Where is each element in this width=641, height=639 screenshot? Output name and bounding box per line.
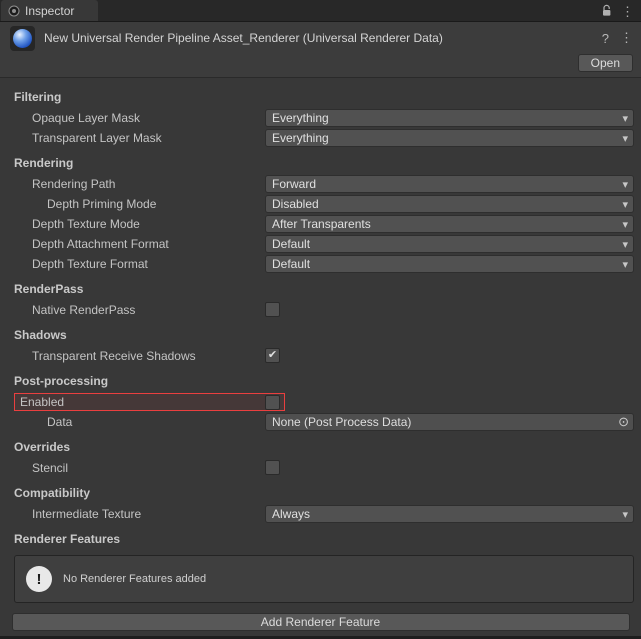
inspector-content: Filtering Opaque Layer Mask Everything ▾…	[0, 78, 641, 631]
rendering-path-dropdown[interactable]: Forward ▾	[265, 175, 634, 193]
asset-header-row: New Universal Render Pipeline Asset_Rend…	[6, 24, 633, 52]
transparent-receive-shadows-checkbox[interactable]: ✔	[265, 348, 280, 363]
tab-label: Inspector	[25, 4, 74, 18]
chevron-down-icon: ▾	[622, 111, 628, 127]
tab-menu-kebab-icon[interactable]: ⋮	[621, 5, 634, 18]
tab-bar: Inspector ⋮	[0, 0, 641, 22]
post-processing-enabled-checkbox[interactable]	[265, 395, 280, 410]
depth-attachment-format-label: Depth Attachment Format	[0, 237, 169, 251]
transparent-receive-shadows-row: Transparent Receive Shadows ✔	[0, 346, 641, 366]
depth-attachment-format-row: Depth Attachment Format Default ▾	[0, 234, 641, 254]
renderer-data-asset-icon	[10, 26, 35, 51]
tabbar-actions: ⋮	[601, 0, 634, 22]
transparent-layer-mask-row: Transparent Layer Mask Everything ▾	[0, 128, 641, 148]
enabled-row-highlight: Enabled	[14, 393, 285, 411]
depth-attachment-format-dropdown[interactable]: Default ▾	[265, 235, 634, 253]
section-overrides: Overrides	[0, 440, 641, 455]
post-process-data-label: Data	[0, 415, 72, 429]
lock-icon[interactable]	[601, 4, 612, 19]
dropdown-value: Default	[272, 237, 310, 251]
depth-texture-format-dropdown[interactable]: Default ▾	[265, 255, 634, 273]
depth-texture-mode-row: Depth Texture Mode After Transparents ▾	[0, 214, 641, 234]
chevron-down-icon: ▾	[622, 217, 628, 233]
inspector-header: New Universal Render Pipeline Asset_Rend…	[0, 22, 641, 78]
warning-icon: !	[26, 566, 52, 592]
header-menu-kebab-icon[interactable]: ⋮	[620, 30, 633, 46]
depth-texture-mode-label: Depth Texture Mode	[0, 217, 140, 231]
dropdown-value: Everything	[272, 111, 329, 125]
post-processing-enabled-label: Enabled	[20, 395, 64, 409]
transparent-layer-mask-dropdown[interactable]: Everything ▾	[265, 129, 634, 147]
stencil-label: Stencil	[0, 461, 68, 475]
transparent-layer-mask-label: Transparent Layer Mask	[0, 131, 162, 145]
chevron-down-icon: ▾	[622, 131, 628, 147]
asset-title: New Universal Render Pipeline Asset_Rend…	[44, 31, 591, 45]
rendering-path-row: Rendering Path Forward ▾	[0, 174, 641, 194]
stencil-checkbox[interactable]	[265, 460, 280, 475]
dropdown-value: Disabled	[272, 197, 319, 211]
check-icon: ✔	[268, 350, 277, 361]
section-renderer-features: Renderer Features	[0, 532, 641, 547]
chevron-down-icon: ▾	[622, 197, 628, 213]
rendering-path-label: Rendering Path	[0, 177, 115, 191]
section-filtering: Filtering	[0, 90, 641, 105]
open-button[interactable]: Open	[578, 54, 633, 72]
section-rendering: Rendering	[0, 156, 641, 171]
post-processing-enabled-row: Enabled	[0, 392, 641, 412]
renderer-features-empty-message: No Renderer Features added	[63, 573, 206, 585]
dropdown-value: Forward	[272, 177, 316, 191]
chevron-down-icon: ▾	[622, 177, 628, 193]
object-field-value: None (Post Process Data)	[272, 415, 411, 429]
dropdown-value: Everything	[272, 131, 329, 145]
transparent-receive-shadows-label: Transparent Receive Shadows	[0, 349, 196, 363]
section-shadows: Shadows	[0, 328, 641, 343]
chevron-down-icon: ▾	[622, 237, 628, 253]
post-process-data-row: Data None (Post Process Data) ⊙	[0, 412, 641, 432]
add-renderer-feature-button[interactable]: Add Renderer Feature	[12, 613, 630, 631]
native-renderpass-label: Native RenderPass	[0, 303, 135, 317]
stencil-row: Stencil	[0, 458, 641, 478]
native-renderpass-row: Native RenderPass	[0, 300, 641, 320]
post-process-data-object-field[interactable]: None (Post Process Data) ⊙	[265, 413, 634, 431]
depth-priming-mode-row: Depth Priming Mode Disabled ▾	[0, 194, 641, 214]
depth-priming-mode-label: Depth Priming Mode	[0, 197, 156, 211]
section-renderpass: RenderPass	[0, 282, 641, 297]
dropdown-value: After Transparents	[272, 217, 371, 231]
tab-inspector[interactable]: Inspector	[1, 0, 98, 21]
depth-priming-mode-dropdown[interactable]: Disabled ▾	[265, 195, 634, 213]
section-post-processing: Post-processing	[0, 374, 641, 389]
depth-texture-mode-dropdown[interactable]: After Transparents ▾	[265, 215, 634, 233]
intermediate-texture-row: Intermediate Texture Always ▾	[0, 504, 641, 524]
header-actions-row: Open	[6, 54, 633, 72]
inspector-icon	[8, 5, 20, 17]
opaque-layer-mask-row: Opaque Layer Mask Everything ▾	[0, 108, 641, 128]
dropdown-value: Default	[272, 257, 310, 271]
opaque-layer-mask-label: Opaque Layer Mask	[0, 111, 140, 125]
object-picker-icon[interactable]: ⊙	[618, 414, 629, 430]
intermediate-texture-label: Intermediate Texture	[0, 507, 141, 521]
dropdown-value: Always	[272, 507, 310, 521]
depth-texture-format-row: Depth Texture Format Default ▾	[0, 254, 641, 274]
chevron-down-icon: ▾	[622, 507, 628, 523]
depth-texture-format-label: Depth Texture Format	[0, 257, 148, 271]
renderer-features-empty-helpbox: ! No Renderer Features added	[14, 555, 634, 603]
native-renderpass-checkbox[interactable]	[265, 302, 280, 317]
opaque-layer-mask-dropdown[interactable]: Everything ▾	[265, 109, 634, 127]
chevron-down-icon: ▾	[622, 257, 628, 273]
intermediate-texture-dropdown[interactable]: Always ▾	[265, 505, 634, 523]
section-compatibility: Compatibility	[0, 486, 641, 501]
inspector-window: Inspector ⋮ New Universal Render Pipelin…	[0, 0, 641, 631]
help-icon[interactable]: ?	[602, 31, 609, 46]
